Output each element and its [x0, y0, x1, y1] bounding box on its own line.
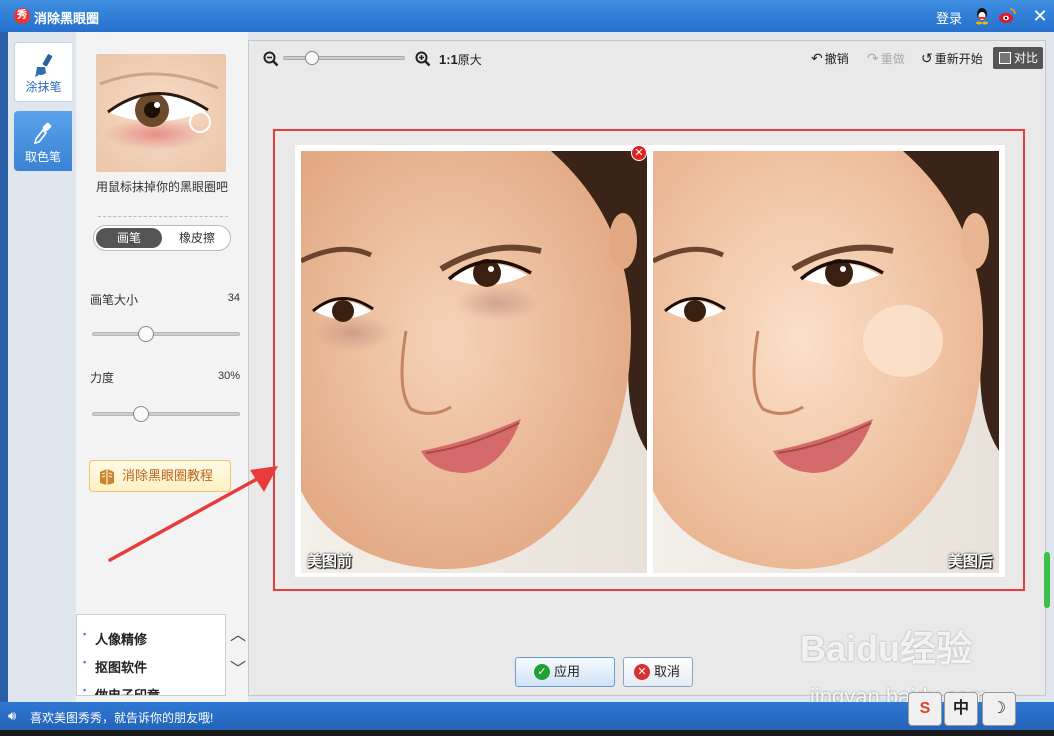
chevron-up-icon[interactable]: ︿ — [230, 628, 246, 644]
qq-icon[interactable] — [974, 7, 990, 25]
tool-tab-brush[interactable]: 涂抹笔 — [14, 42, 72, 102]
ratio-value: 1:1 — [439, 52, 458, 67]
cancel-icon: ✕ — [634, 664, 650, 680]
apply-label: 应用 — [554, 664, 581, 679]
status-text[interactable]: 喜欢美图秀秀，就告诉你的朋友哦! — [30, 709, 213, 726]
reset-button[interactable]: ↺ 重新开始 — [921, 50, 983, 67]
compare-icon — [999, 52, 1011, 64]
mode-toggle: 画笔 橡皮擦 — [93, 225, 231, 251]
undo-button[interactable]: ↶ 撤销 — [811, 50, 849, 67]
main-window: 涂抹笔 取色笔 用鼠标抹掉你的黑眼圈吧 画笔 橡皮擦 画笔大小 34 力度 30… — [8, 32, 1054, 702]
redo-button[interactable]: ↷ 重做 — [867, 50, 905, 67]
zoom-slider[interactable] — [283, 51, 405, 65]
mode-brush-button[interactable]: 画笔 — [96, 228, 162, 248]
divider — [98, 216, 228, 217]
app-logo-icon: 秀 — [14, 8, 30, 24]
compare-label: 对比 — [1014, 51, 1039, 65]
window-title: 消除黑眼圈 — [34, 11, 100, 26]
ratio-label: 原大 — [457, 53, 482, 67]
strength-value: 30% — [217, 370, 240, 382]
tool-tab-label: 涂抹笔 — [25, 80, 62, 94]
taskbar — [0, 730, 1054, 736]
weibo-icon[interactable] — [998, 7, 1016, 25]
zoom-slider-thumb[interactable] — [305, 51, 319, 65]
title-bar: 秀 消除黑眼圈 登录 ✕ — [0, 0, 1054, 32]
undo-label: 撤销 — [824, 52, 849, 66]
zoom-out-icon[interactable] — [263, 51, 279, 67]
brush-size-label: 画笔大小 — [90, 293, 139, 307]
eyedropper-icon — [33, 122, 52, 145]
watermark-logo: Baidu经验 — [800, 628, 973, 669]
zoom-in-icon[interactable] — [415, 51, 431, 67]
annotation-arrow — [108, 466, 278, 562]
settings-panel: 用鼠标抹掉你的黑眼圈吧 画笔 橡皮擦 画笔大小 34 力度 30% 消除黑眼圈教… — [76, 32, 248, 702]
check-icon: ✓ — [534, 664, 550, 680]
strength-slider[interactable] — [92, 406, 240, 422]
eye-preview-image — [96, 54, 226, 172]
canvas-area: 1:1原大 ↶ 撤销 ↷ 重做 ↺ 重新开始 对比 美图前 美图后 ✕ ✓ 应用… — [248, 40, 1046, 696]
brush-size-value: 34 — [227, 292, 240, 304]
mode-eraser-button[interactable]: 橡皮擦 — [164, 228, 230, 248]
close-icon[interactable]: ✕ — [631, 145, 647, 161]
undo-icon: ↶ — [811, 50, 823, 66]
reset-label: 重新开始 — [934, 52, 983, 66]
compare-button[interactable]: 对比 — [993, 47, 1043, 69]
status-bar: 🔊︎ 喜欢美图秀秀，就告诉你的朋友哦! — [0, 702, 1054, 730]
redo-label: 重做 — [880, 52, 905, 66]
after-photo: 美图后 — [653, 151, 999, 573]
actual-size-button[interactable]: 1:1原大 — [439, 51, 482, 68]
before-photo: 美图前 — [301, 151, 647, 573]
speaker-icon: 🔊︎ — [8, 708, 17, 723]
tool-tab-label: 取色笔 — [24, 150, 61, 164]
list-item[interactable]: 做电子印章 — [83, 685, 160, 695]
strength-label: 力度 — [90, 371, 115, 385]
strength-slider-thumb[interactable] — [133, 406, 149, 422]
redo-icon: ↷ — [867, 50, 879, 66]
ime-moon-icon[interactable]: ☽ — [982, 692, 1016, 726]
close-icon[interactable]: ✕ — [1030, 6, 1050, 26]
feature-list: 人像精修 抠图软件 做电子印章 — [76, 614, 226, 696]
apply-button[interactable]: ✓ 应用 — [515, 657, 615, 687]
login-link[interactable]: 登录 — [936, 8, 962, 27]
ime-chinese-mode[interactable]: 中 — [944, 692, 978, 726]
list-item[interactable]: 抠图软件 — [83, 657, 147, 676]
scrollbar[interactable] — [1044, 552, 1050, 608]
panel-hint-text: 用鼠标抹掉你的黑眼圈吧 — [95, 180, 228, 194]
before-label: 美图前 — [307, 553, 353, 570]
brush-size-slider[interactable] — [92, 326, 240, 342]
cancel-label: 取消 — [654, 664, 681, 679]
brush-size-slider-thumb[interactable] — [138, 326, 154, 342]
cancel-button[interactable]: ✕ 取消 — [623, 657, 693, 687]
after-label: 美图后 — [947, 553, 993, 570]
reset-icon: ↺ — [921, 50, 933, 66]
tool-tab-eyedropper[interactable]: 取色笔 — [14, 111, 72, 171]
list-item[interactable]: 人像精修 — [83, 629, 147, 648]
chevron-down-icon[interactable]: ﹀ — [230, 662, 246, 678]
ime-sogou-icon[interactable]: S — [908, 692, 942, 726]
comparison-frame: 美图前 美图后 ✕ — [295, 145, 1005, 577]
brush-icon — [35, 54, 53, 77]
